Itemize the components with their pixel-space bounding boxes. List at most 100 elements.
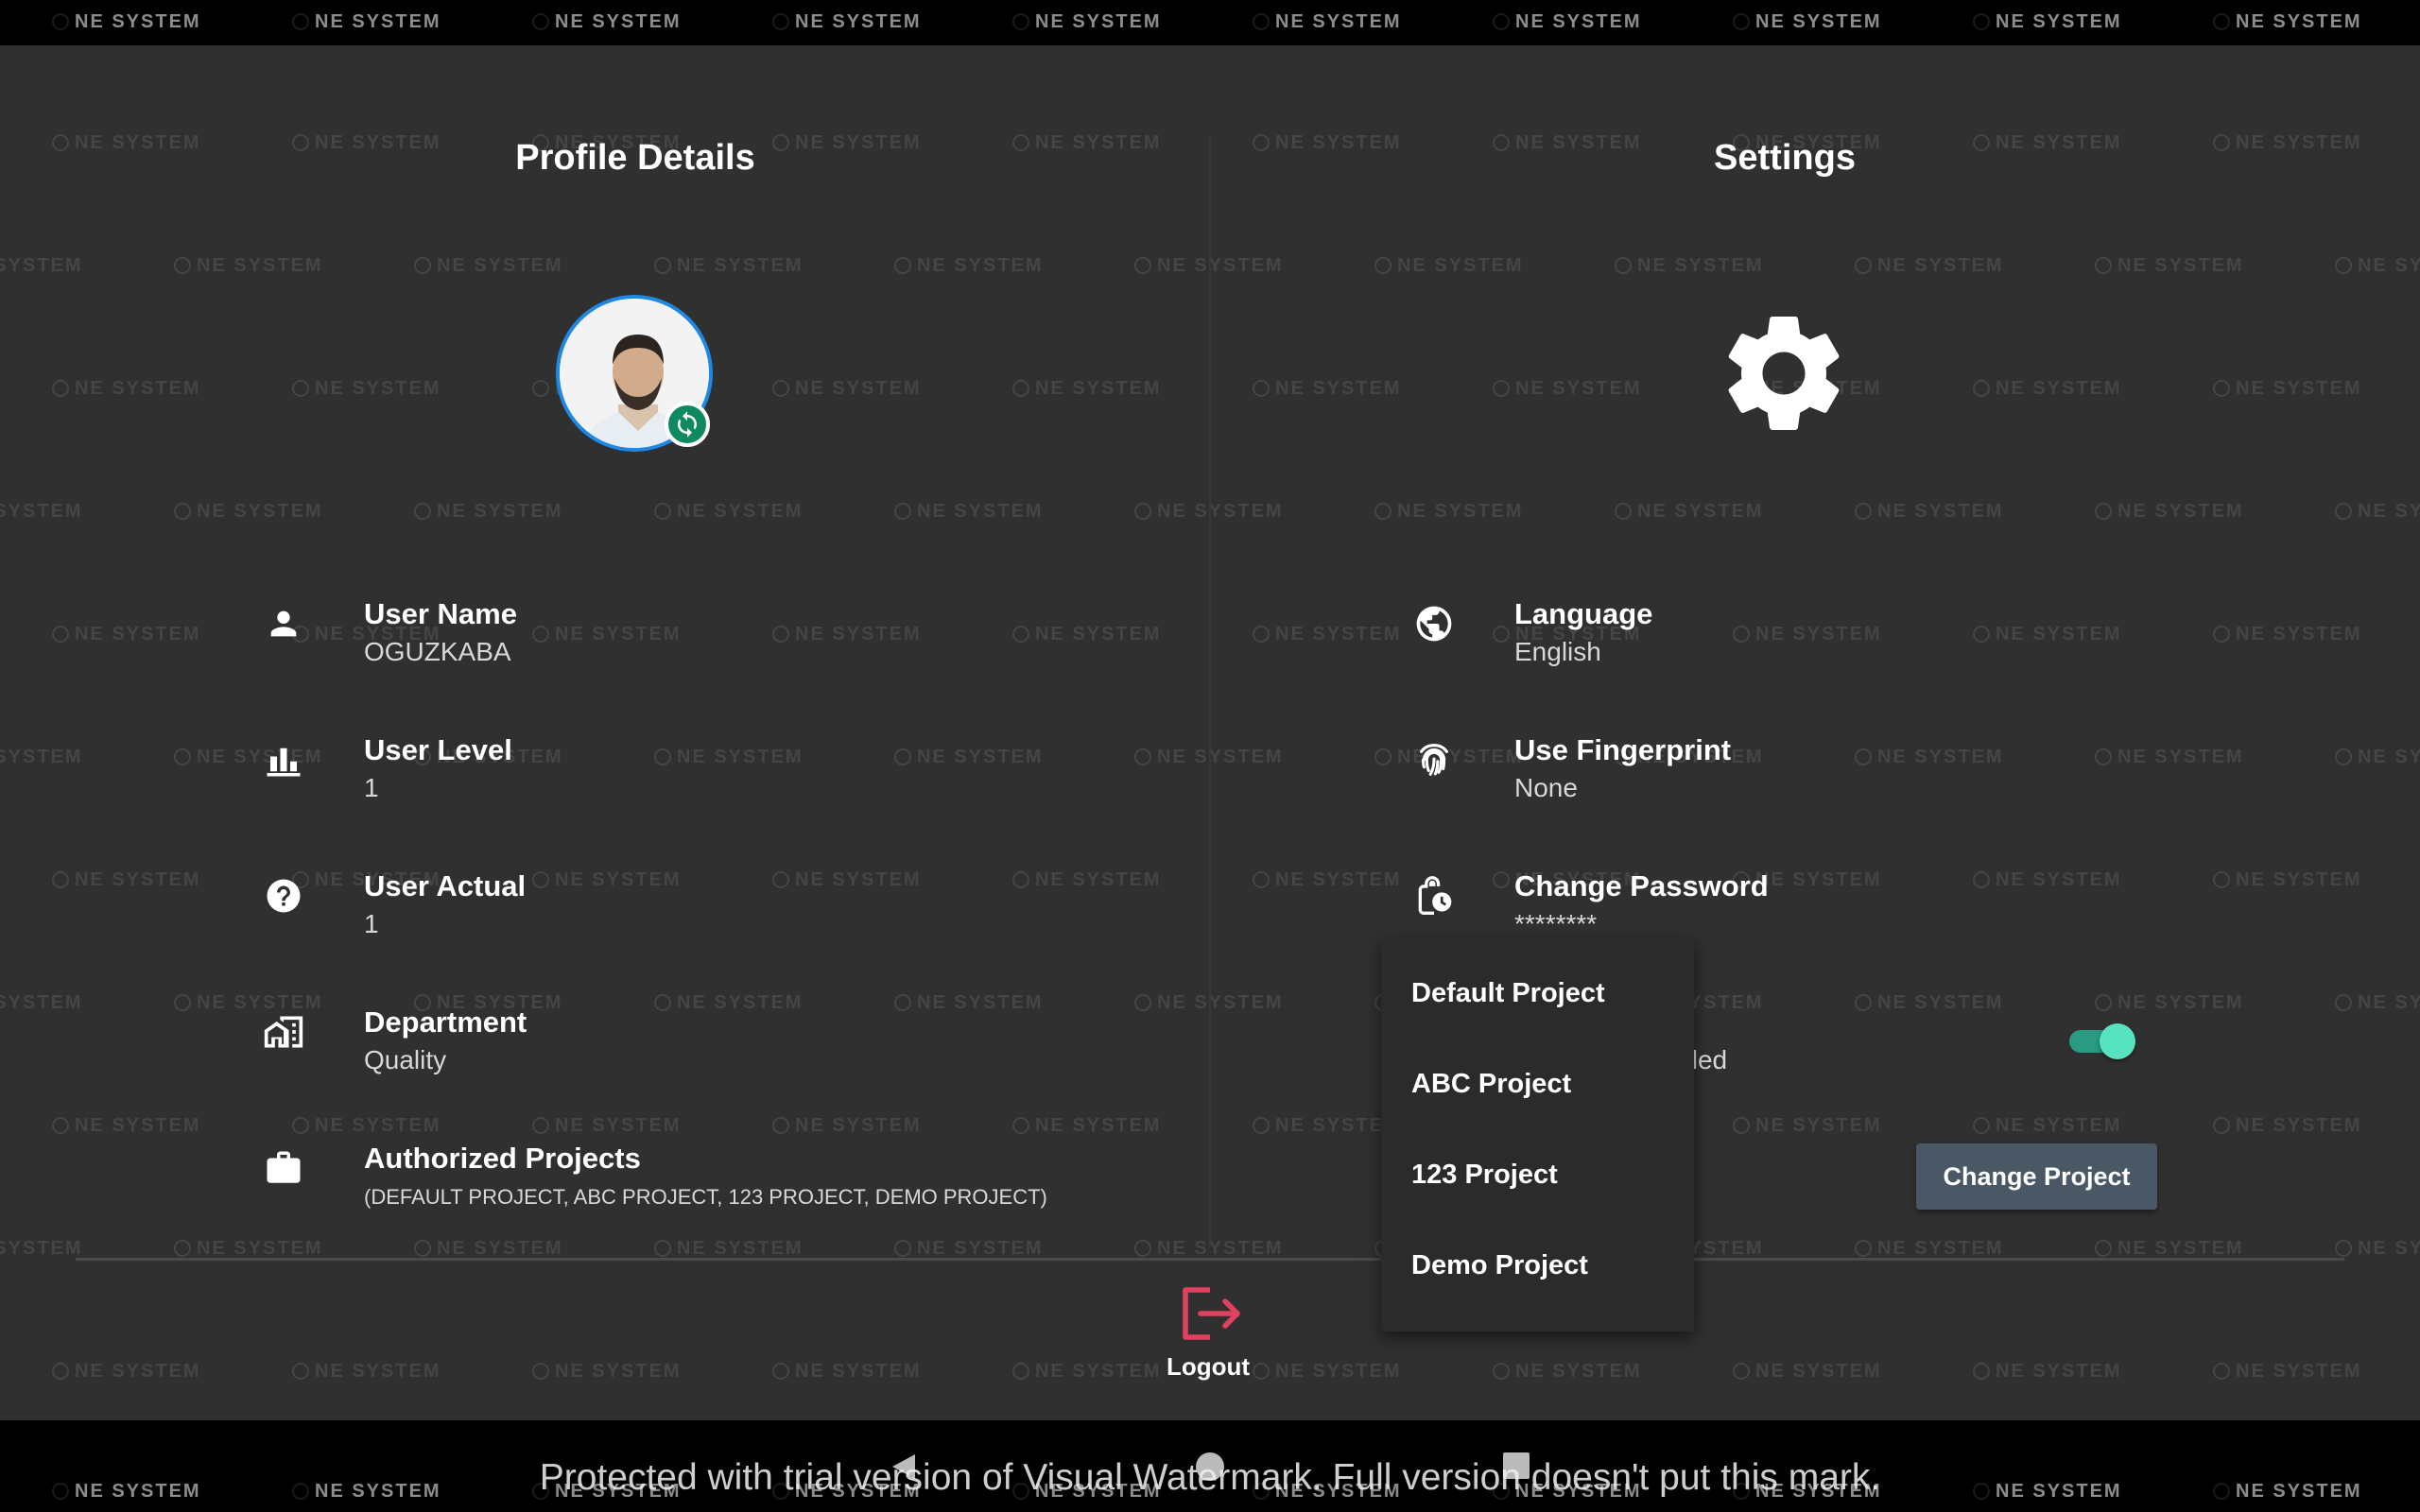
watermark-text: NE SYSTEM	[52, 869, 201, 891]
watermark-text: NE SYSTEM	[772, 378, 922, 400]
watermark-text: NE SYSTEM	[0, 747, 83, 767]
logout-button[interactable]: Logout	[1142, 1280, 1274, 1384]
watermark-text: NE SYSTEM	[2095, 255, 2244, 277]
watermark-text: NE SYSTEM	[1012, 378, 1162, 400]
watermark-text: NE SYSTEM	[2213, 378, 2362, 400]
person-icon	[261, 601, 306, 646]
user-actual-label: User Actual	[364, 869, 527, 902]
watermark-text: NE SYSTEM	[772, 1115, 922, 1137]
watermark-text: NE SYSTEM	[0, 255, 83, 276]
watermark-text: NE SYSTEM	[174, 1238, 323, 1260]
trial-watermark-notice: Protected with trial version of Visual W…	[539, 1457, 1881, 1498]
watermark-text: NE SYSTEM	[1973, 1115, 2122, 1137]
change-project-button[interactable]: Change Project	[1916, 1143, 2157, 1210]
globe-icon	[1411, 601, 1457, 646]
watermark-text: NE SYSTEM	[1253, 132, 1402, 154]
watermark-text: NE SYSTEM	[894, 1238, 1044, 1260]
watermark-text: NE SYSTEM	[174, 501, 323, 523]
watermark-text: NE SYSTEM	[1493, 378, 1642, 400]
watermark-text: NE SYSTEM	[1253, 1115, 1402, 1137]
watermark-text: NE SYSTEM	[1493, 11, 1642, 33]
fingerprint-icon	[1411, 737, 1457, 782]
watermark-text: NE SYSTEM	[0, 1238, 83, 1259]
project-option-demo[interactable]: Demo Project	[1411, 1250, 1588, 1281]
language-row[interactable]: Language English	[1411, 597, 2168, 673]
project-option-default[interactable]: Default Project	[1411, 978, 1605, 1009]
refresh-photo-button[interactable]	[665, 402, 710, 447]
department-icon	[261, 1009, 306, 1055]
setting-toggle[interactable]	[2069, 1023, 2135, 1059]
watermark-text: NE SYSTEM	[292, 378, 441, 400]
department-row: Department Quality	[261, 1005, 1112, 1081]
watermark-text: NE SYSTEM	[414, 1238, 563, 1260]
watermark-text: NE SYSTEM	[1973, 1361, 2122, 1383]
watermark-text: NE SYSTEM	[2335, 747, 2420, 768]
language-label: Language	[1514, 597, 1653, 630]
refresh-icon	[678, 411, 697, 438]
watermark-text: NE SYSTEM	[292, 1361, 441, 1383]
watermark-text: NE SYSTEM	[1855, 1238, 2004, 1260]
watermark-text: NE SYSTEM	[414, 501, 563, 523]
watermark-text: NE SYSTEM	[1253, 378, 1402, 400]
watermark-text: NE SYSTEM	[2213, 1361, 2362, 1383]
fingerprint-value: None	[1514, 773, 1578, 802]
change-password-row[interactable]: Change Password ********	[1411, 869, 2168, 945]
watermark-text: NE SYSTEM	[1615, 501, 1764, 523]
change-password-value: ********	[1514, 909, 1598, 938]
watermark-text: NE SYSTEM	[52, 11, 201, 33]
toggle-thumb	[2100, 1023, 2135, 1059]
watermark-text: NE SYSTEM	[52, 1361, 201, 1383]
watermark-text: NE SYSTEM	[1253, 869, 1402, 891]
watermark-text: NE SYSTEM	[52, 624, 201, 645]
watermark-text: NE SYSTEM	[1733, 1361, 1882, 1383]
watermark-text: NE SYSTEM	[772, 11, 922, 33]
watermark-text: NE SYSTEM	[52, 132, 201, 154]
watermark-text: NE SYSTEM	[1374, 255, 1524, 277]
watermark-text: NE SYSTEM	[174, 255, 323, 277]
watermark-text: NE SYSTEM	[894, 255, 1044, 277]
watermark-text: NE SYSTEM	[52, 1115, 201, 1137]
user-actual-value: 1	[364, 909, 379, 938]
watermark-text: NE SYSTEM	[1855, 255, 2004, 277]
watermark-text: NE SYSTEM	[1493, 1361, 1642, 1383]
watermark-text: NE SYSTEM	[894, 501, 1044, 523]
fingerprint-label: Use Fingerprint	[1514, 733, 1732, 766]
watermark-text: NE SYSTEM	[292, 1115, 441, 1137]
logout-icon	[1183, 1287, 1240, 1340]
project-dropdown-menu: Default Project ABC Project 123 Project …	[1381, 938, 1694, 1332]
fingerprint-row[interactable]: Use Fingerprint None	[1411, 733, 2168, 809]
logout-label: Logout	[1166, 1352, 1251, 1381]
change-password-label: Change Password	[1514, 869, 1769, 902]
watermark-text: NE SYSTEM	[2335, 501, 2420, 523]
watermark-text: NE SYSTEM	[2213, 624, 2362, 645]
watermark-text: NE SYSTEM	[532, 1361, 682, 1383]
watermark-text: NE SYSTEM	[0, 992, 83, 1013]
watermark-text: NE SYSTEM	[2095, 992, 2244, 1014]
user-name-label: User Name	[364, 597, 517, 630]
watermark-text: NE SYSTEM	[2335, 1238, 2420, 1260]
user-level-label: User Level	[364, 733, 512, 766]
project-option-123[interactable]: 123 Project	[1411, 1160, 1558, 1191]
watermark-text: NE SYSTEM	[52, 378, 201, 400]
watermark-text: NE SYSTEM	[414, 255, 563, 277]
watermark-text: NE SYSTEM	[1012, 11, 1162, 33]
watermark-text: NE SYSTEM	[2213, 11, 2362, 33]
authorized-projects-row: Authorized Projects (DEFAULT PROJECT, AB…	[261, 1142, 1112, 1217]
watermark-text: NE SYSTEM	[1253, 11, 1402, 33]
bottom-divider	[76, 1258, 2344, 1261]
project-option-abc[interactable]: ABC Project	[1411, 1069, 1571, 1100]
watermark-text: NE SYSTEM	[654, 501, 804, 523]
watermark-text: NE SYSTEM	[292, 11, 441, 33]
profile-settings-screen: NE SYSTEM NE SYSTEM NE SYSTEM NE SYSTEM NE S…	[0, 0, 2420, 1512]
help-circle-icon	[261, 873, 306, 919]
watermark-text: NE SYSTEM	[1733, 11, 1882, 33]
user-name-row: User Name OGUZKABA	[261, 597, 1112, 673]
column-divider	[1209, 137, 1211, 1247]
watermark-text: NE SYSTEM	[2335, 992, 2420, 1014]
user-level-value: 1	[364, 773, 379, 802]
watermark-text: NE SYSTEM	[2335, 255, 2420, 277]
profile-details-title: Profile Details	[515, 138, 755, 178]
watermark-text: NE SYSTEM	[1253, 1361, 1402, 1383]
watermark-text: NE SYSTEM	[1615, 255, 1764, 277]
watermark-text: NE SYSTEM	[1973, 378, 2122, 400]
